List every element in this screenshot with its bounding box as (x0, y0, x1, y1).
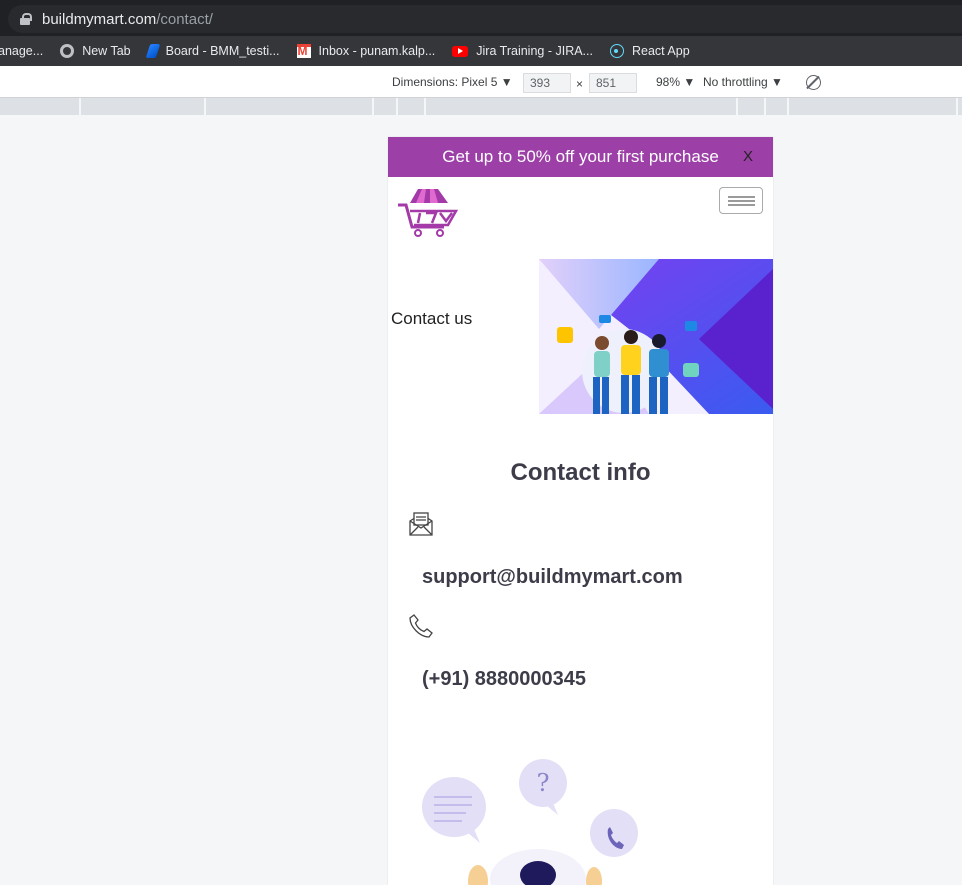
zoom-dropdown[interactable]: 98% ▼ (656, 75, 695, 89)
lock-icon[interactable] (20, 13, 32, 25)
bookmark-item[interactable]: Board - BMM_testi... (145, 44, 280, 58)
menu-toggle-button[interactable] (719, 187, 763, 214)
support-chat-illustration: ? (422, 759, 638, 885)
hamburger-line (728, 200, 755, 202)
email-icon (409, 512, 433, 536)
bookmark-item[interactable]: Jira Training - JIRA... (452, 44, 593, 58)
question-mark-glyph: ? (537, 769, 550, 797)
throttling-dropdown[interactable]: No throttling ▼ (703, 75, 783, 89)
contact-info-heading: Contact info (510, 459, 651, 486)
bookmark-label: Inbox - punam.kalp... (318, 44, 436, 58)
browser-address-bar: buildmymart.com/contact/ (0, 0, 962, 36)
team-illustration (539, 259, 773, 414)
device-viewport: Get up to 50% off your first purchase X … (388, 137, 773, 885)
hero-title: Contact us (391, 309, 473, 328)
email-link[interactable]: support@buildmymart.com (422, 566, 773, 589)
bookmarks-bar: anage... New Tab Board - BMM_testi... In… (0, 36, 962, 66)
bookmark-label: Jira Training - JIRA... (476, 44, 593, 58)
bookmark-item[interactable]: New Tab (60, 44, 131, 58)
device-height-input[interactable]: 851 (589, 73, 637, 93)
bookmark-label: anage... (0, 44, 44, 58)
buildmymart-logo[interactable] (396, 183, 460, 239)
globe-icon (60, 44, 75, 58)
hero-section: Contact us (388, 259, 773, 459)
bookmark-item[interactable]: Inbox - punam.kalp... (296, 44, 436, 58)
rotate-icon[interactable] (806, 75, 821, 90)
bookmark-item[interactable]: React App (609, 44, 690, 58)
device-width-input[interactable]: 393 (523, 73, 571, 93)
media-query-ruler[interactable] (0, 98, 962, 115)
omnibox[interactable]: buildmymart.com/contact/ (8, 5, 962, 33)
bookmark-label: React App (631, 44, 690, 58)
url-path: /contact/ (156, 10, 213, 28)
react-icon (609, 44, 624, 58)
bookmark-label: New Tab (82, 44, 131, 58)
hamburger-line (728, 196, 755, 198)
dimensions-dropdown[interactable]: Dimensions: Pixel 5 ▼ (392, 75, 513, 89)
url-text[interactable]: buildmymart.com/contact/ (42, 11, 213, 28)
promo-close-button[interactable]: X (743, 148, 753, 165)
hamburger-line (728, 204, 755, 206)
youtube-icon (452, 45, 469, 57)
phone-link[interactable]: (+91) 8880000345 (422, 668, 773, 691)
gmail-icon (296, 44, 311, 58)
url-domain: buildmymart.com (42, 10, 157, 28)
bookmark-item[interactable]: anage... (0, 44, 43, 58)
site-header (388, 177, 773, 259)
bookmark-label: Board - BMM_testi... (165, 44, 280, 58)
dimension-separator: × (576, 77, 584, 91)
phone-icon (409, 614, 433, 638)
jira-board-icon (145, 44, 160, 58)
promo-text: Get up to 50% off your first purchase (442, 147, 719, 166)
promo-banner: Get up to 50% off your first purchase X (388, 137, 773, 177)
